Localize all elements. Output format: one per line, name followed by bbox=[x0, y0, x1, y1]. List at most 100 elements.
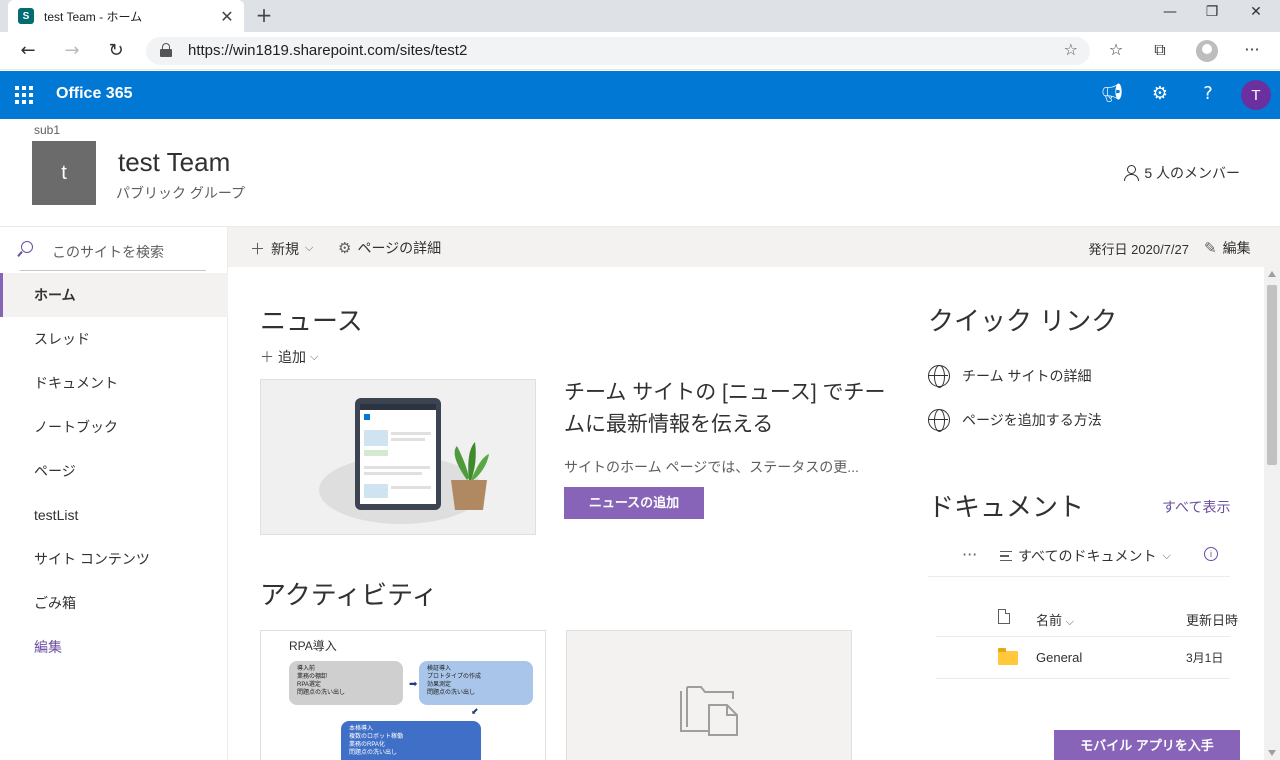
chevron-down-icon: ⌵ bbox=[1162, 549, 1171, 562]
main-canvas: ニュース ＋ 追加 ⌵ チーム サイトの [ニュース] でチームに最新情報を伝え… bbox=[228, 267, 1264, 760]
star-icon[interactable]: ☆ bbox=[1064, 40, 1078, 59]
megaphone-icon[interactable]: 📢︎ bbox=[1100, 83, 1124, 104]
members-label: 5 人のメンバー bbox=[1144, 165, 1240, 181]
hub-name[interactable]: sub1 bbox=[34, 123, 60, 137]
new-button[interactable]: ＋ 新規 ⌵ bbox=[250, 238, 313, 259]
help-icon[interactable]: ? bbox=[1196, 83, 1220, 104]
add-news-button[interactable]: ニュースの追加 bbox=[564, 487, 704, 519]
get-mobile-app-button[interactable]: モバイル アプリを入手 bbox=[1054, 730, 1240, 760]
ppt-box-trial-line: 問題点の洗い出し bbox=[427, 690, 476, 696]
folder-icon bbox=[998, 648, 1018, 665]
column-name[interactable]: 名前 ⌵ bbox=[1036, 610, 1074, 629]
avatar[interactable]: T bbox=[1241, 80, 1271, 110]
tab-title: test Team - ホーム bbox=[44, 9, 143, 24]
ppt-box-full-line: 複数のロボット稼働 bbox=[349, 734, 404, 740]
scroll-down-icon[interactable] bbox=[1268, 750, 1276, 756]
view-label: すべてのドキュメント bbox=[1018, 548, 1157, 564]
profile-icon[interactable] bbox=[1196, 40, 1218, 62]
page-details-label: ページの詳細 bbox=[357, 240, 442, 256]
minimize-icon[interactable]: — bbox=[1150, 4, 1190, 20]
nav-item-threads[interactable]: スレッド bbox=[0, 317, 228, 361]
more-icon[interactable]: ··· bbox=[962, 545, 977, 564]
collections-icon[interactable]: ⧉ bbox=[1148, 40, 1172, 60]
arrow-right-icon: ➡ bbox=[409, 679, 418, 690]
nav-item-notebook[interactable]: ノートブック bbox=[0, 405, 228, 449]
site-header: sub1 t test Team パブリック グループ 5 人のメンバー bbox=[0, 119, 1280, 227]
ppt-box-full-line: 問題点の洗い出し bbox=[349, 750, 398, 756]
plus-icon: ＋ bbox=[250, 241, 266, 258]
documents-title: ドキュメント bbox=[928, 492, 1085, 522]
chevron-down-icon: ⌵ bbox=[310, 350, 319, 363]
activity-card-ppt[interactable]: RPA導入 導入前 業務の棚卸 RPA選定 問題点の洗い出し ➡ 検証導入 プロ… bbox=[260, 630, 546, 760]
table-row[interactable]: General 3月1日 bbox=[936, 637, 1230, 679]
info-icon[interactable]: i bbox=[1204, 547, 1218, 561]
ppt-title: RPA導入 bbox=[289, 639, 337, 653]
documents-header-row: 名前 ⌵ 更新日時 bbox=[936, 605, 1238, 637]
quick-link-item[interactable]: ページを追加する方法 bbox=[928, 409, 1102, 432]
ppt-box-trial-title: 検証導入 bbox=[427, 666, 452, 672]
activity-card-folder[interactable] bbox=[566, 630, 852, 760]
site-logo[interactable]: t bbox=[32, 141, 96, 205]
app-launcher-icon[interactable] bbox=[15, 86, 33, 104]
quick-links-title: クイック リンク bbox=[928, 306, 1118, 336]
back-arrow-icon[interactable]: ← bbox=[14, 39, 42, 63]
nav-edit-link[interactable]: 編集 bbox=[0, 625, 228, 669]
see-all-link[interactable]: すべて表示 bbox=[1162, 497, 1230, 517]
page-details-button[interactable]: ⚙ ページの詳細 bbox=[338, 238, 441, 258]
browser-tab[interactable]: S test Team - ホーム ✕ bbox=[8, 0, 244, 32]
news-add-label: 追加 bbox=[278, 349, 306, 365]
restore-icon[interactable]: ❐ bbox=[1192, 4, 1232, 20]
column-modified[interactable]: 更新日時 bbox=[1186, 610, 1238, 629]
row-name[interactable]: General bbox=[1036, 650, 1082, 665]
tablet-illustration bbox=[319, 398, 489, 524]
scroll-up-icon[interactable] bbox=[1268, 271, 1276, 277]
chevron-down-icon: ⌵ bbox=[1065, 616, 1074, 628]
quick-link-item[interactable]: チーム サイトの詳細 bbox=[928, 365, 1091, 388]
arrow-down-icon: ⬋ bbox=[471, 707, 479, 717]
news-image[interactable] bbox=[260, 379, 536, 535]
members-button[interactable]: 5 人のメンバー bbox=[1124, 163, 1240, 183]
edit-button[interactable]: ✎ 編集 bbox=[1204, 238, 1251, 258]
site-title[interactable]: test Team bbox=[118, 147, 230, 178]
news-add-button[interactable]: ＋ 追加 ⌵ bbox=[260, 347, 318, 367]
url-field[interactable]: https://win1819.sharepoint.com/sites/tes… bbox=[146, 37, 1090, 65]
search-input[interactable]: このサイトを検索 bbox=[52, 242, 164, 262]
search-box[interactable]: このサイトを検索 bbox=[0, 227, 228, 271]
ppt-box-before-line: 業務の棚卸 bbox=[297, 674, 328, 680]
more-icon[interactable]: ··· bbox=[1240, 40, 1264, 59]
scrollbar-thumb[interactable] bbox=[1267, 285, 1277, 465]
ppt-box-before-title: 導入前 bbox=[297, 666, 316, 672]
window-close-icon[interactable]: ✕ bbox=[1236, 4, 1276, 20]
news-headline[interactable]: チーム サイトの [ニュース] でチームに最新情報を伝える bbox=[564, 377, 894, 441]
scrollbar[interactable] bbox=[1264, 267, 1280, 760]
nav-item-pages[interactable]: ページ bbox=[0, 449, 228, 493]
file-type-icon bbox=[998, 609, 1010, 624]
folder-outline-icon bbox=[680, 686, 738, 736]
command-bar: ＋ 新規 ⌵ ⚙ ページの詳細 発行日 2020/7/27 ✎ 編集 bbox=[228, 227, 1280, 267]
gear-icon[interactable]: ⚙ bbox=[1148, 83, 1172, 104]
plus-icon[interactable]: + bbox=[252, 3, 276, 27]
nav-item-site-contents[interactable]: サイト コンテンツ bbox=[0, 537, 228, 581]
suite-bar: Office 365 📢︎ ⚙ ? T bbox=[0, 71, 1280, 119]
documents-toolbar: ··· すべてのドキュメント ⌵ i bbox=[928, 545, 1230, 577]
browser-tab-bar: S test Team - ホーム ✕ + — ❐ ✕ bbox=[0, 0, 1280, 32]
person-icon bbox=[1124, 165, 1140, 181]
suite-app-name[interactable]: Office 365 bbox=[56, 85, 132, 103]
ppt-box-full-line: 業務のRPA化 bbox=[349, 742, 385, 748]
nav-item-home[interactable]: ホーム bbox=[0, 273, 228, 317]
refresh-icon[interactable]: ↻ bbox=[102, 39, 130, 63]
forward-arrow-icon[interactable]: → bbox=[58, 39, 86, 63]
nav-item-documents[interactable]: ドキュメント bbox=[0, 361, 228, 405]
nav-item-testlist[interactable]: testList bbox=[0, 493, 228, 537]
plus-icon: ＋ bbox=[260, 349, 274, 365]
published-date: 発行日 2020/7/27 bbox=[1088, 242, 1189, 257]
left-nav: このサイトを検索 ホーム スレッド ドキュメント ノートブック ページ test… bbox=[0, 227, 228, 760]
column-name-label: 名前 bbox=[1036, 613, 1063, 628]
view-selector[interactable]: すべてのドキュメント ⌵ bbox=[1000, 546, 1171, 566]
activity-title: アクティビティ bbox=[260, 580, 438, 610]
close-icon[interactable]: ✕ bbox=[218, 7, 236, 26]
nav-item-recycle-bin[interactable]: ごみ箱 bbox=[0, 581, 228, 625]
favorites-list-icon[interactable]: ☆ bbox=[1104, 40, 1128, 59]
ppt-box-full-title: 本格導入 bbox=[349, 726, 374, 732]
new-label: 新規 bbox=[271, 240, 300, 257]
